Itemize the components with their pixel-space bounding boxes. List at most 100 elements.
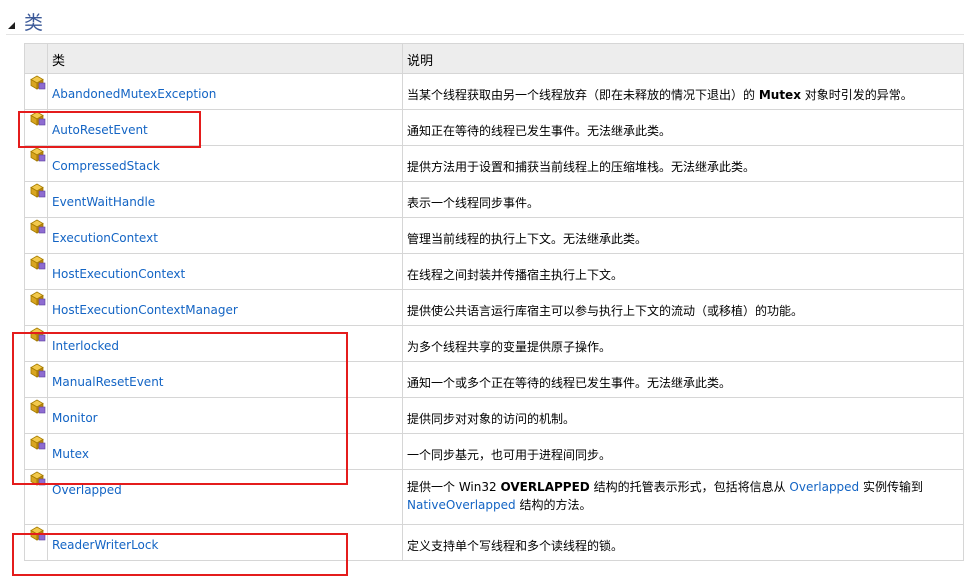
- class-link[interactable]: ManualResetEvent: [52, 375, 164, 389]
- description-text: 对象时引发的异常。: [800, 88, 913, 102]
- row-icon-cell: [24, 253, 48, 290]
- row-icon-cell: [24, 325, 48, 362]
- class-link[interactable]: EventWaitHandle: [52, 195, 155, 209]
- class-name-cell: Mutex: [47, 433, 403, 470]
- class-link[interactable]: HostExecutionContextManager: [52, 303, 238, 317]
- description-cell: 管理当前线程的执行上下文。无法继承此类。: [402, 217, 964, 254]
- table-header-row: 类 说明: [24, 43, 964, 74]
- class-link[interactable]: Interlocked: [52, 339, 119, 353]
- class-link[interactable]: Overlapped: [52, 483, 122, 497]
- class-icon: [30, 75, 46, 90]
- row-icon-cell: [24, 361, 48, 398]
- table-row: Overlapped 提供一个 Win32 OVERLAPPED 结构的托管表示形…: [24, 469, 964, 525]
- description-text: 通知一个或多个正在等待的线程已发生事件。无法继承此类。: [407, 376, 732, 390]
- class-name-cell: ManualResetEvent: [47, 361, 403, 398]
- class-icon: [30, 255, 46, 270]
- class-link[interactable]: ReaderWriterLock: [52, 538, 158, 552]
- description-link[interactable]: NativeOverlapped: [407, 498, 516, 512]
- table-row: ManualResetEvent 通知一个或多个正在等待的线程已发生事件。无法继承…: [24, 361, 964, 398]
- description-text: 表示一个线程同步事件。: [407, 196, 540, 210]
- description-text: 提供同步对对象的访问的机制。: [407, 412, 576, 426]
- row-icon-cell: [24, 433, 48, 470]
- class-icon: [30, 327, 46, 342]
- class-name-cell: AutoResetEvent: [47, 109, 403, 146]
- class-link[interactable]: CompressedStack: [52, 159, 160, 173]
- description-link[interactable]: Overlapped: [789, 480, 859, 494]
- description-text: 定义支持单个写线程和多个读线程的锁。: [407, 539, 624, 553]
- classes-table: 类 说明 AbandonedMutexException 当某个线程获取由另一个线…: [24, 43, 964, 561]
- description-cell: 一个同步基元，也可用于进程间同步。: [402, 433, 964, 470]
- table-row: ReaderWriterLock 定义支持单个写线程和多个读线程的锁。: [24, 524, 964, 561]
- class-name-cell: Monitor: [47, 397, 403, 434]
- description-text: 结构的托管表示形式，包括将信息从: [589, 480, 790, 494]
- description-text: 管理当前线程的执行上下文。无法继承此类。: [407, 232, 648, 246]
- class-icon: [30, 219, 46, 234]
- class-icon: [30, 363, 46, 378]
- header-description: 说明: [402, 43, 964, 74]
- row-icon-cell: [24, 289, 48, 326]
- row-icon-cell: [24, 181, 48, 218]
- table-row: HostExecutionContext 在线程之间封装并传播宿主执行上下文。: [24, 253, 964, 290]
- header-icon-column: [24, 43, 48, 74]
- class-link[interactable]: Monitor: [52, 411, 98, 425]
- class-link[interactable]: HostExecutionContext: [52, 267, 185, 281]
- description-text: 提供一个 Win32: [407, 480, 501, 494]
- description-cell: 提供使公共语言运行库宿主可以参与执行上下文的流动（或移植）的功能。: [402, 289, 964, 326]
- table-row: AbandonedMutexException 当某个线程获取由另一个线程放弃（即…: [24, 73, 964, 110]
- row-icon-cell: [24, 73, 48, 110]
- class-name-cell: CompressedStack: [47, 145, 403, 182]
- description-cell: 为多个线程共享的变量提供原子操作。: [402, 325, 964, 362]
- table-row: AutoResetEvent 通知正在等待的线程已发生事件。无法继承此类。: [24, 109, 964, 146]
- class-icon: [30, 111, 46, 126]
- class-link[interactable]: Mutex: [52, 447, 89, 461]
- row-icon-cell: [24, 524, 48, 561]
- class-icon: [30, 435, 46, 450]
- class-name-cell: Overlapped: [47, 469, 403, 525]
- description-cell: 提供一个 Win32 OVERLAPPED 结构的托管表示形式，包括将信息从 O…: [402, 469, 964, 525]
- description-text: 当某个线程获取由另一个线程放弃（即在未释放的情况下退出）的: [407, 88, 759, 102]
- table-row: Interlocked 为多个线程共享的变量提供原子操作。: [24, 325, 964, 362]
- description-keyword: Mutex: [758, 88, 801, 102]
- row-icon-cell: [24, 145, 48, 182]
- description-cell: 表示一个线程同步事件。: [402, 181, 964, 218]
- class-icon: [30, 291, 46, 306]
- class-icon: [30, 526, 46, 541]
- class-name-cell: ReaderWriterLock: [47, 524, 403, 561]
- description-cell: 通知一个或多个正在等待的线程已发生事件。无法继承此类。: [402, 361, 964, 398]
- class-name-cell: EventWaitHandle: [47, 181, 403, 218]
- description-text: 通知正在等待的线程已发生事件。无法继承此类。: [407, 124, 672, 138]
- header-class-name: 类: [47, 43, 403, 74]
- table-row: ExecutionContext 管理当前线程的执行上下文。无法继承此类。: [24, 217, 964, 254]
- description-text: 实例传输到: [859, 480, 924, 494]
- class-link[interactable]: ExecutionContext: [52, 231, 158, 245]
- class-icon: [30, 147, 46, 162]
- class-name-cell: ExecutionContext: [47, 217, 403, 254]
- table-row: CompressedStack 提供方法用于设置和捕获当前线程上的压缩堆栈。无法继…: [24, 145, 964, 182]
- class-icon: [30, 183, 46, 198]
- class-link[interactable]: AutoResetEvent: [52, 123, 148, 137]
- class-link[interactable]: AbandonedMutexException: [52, 87, 216, 101]
- section-header[interactable]: 类: [6, 6, 964, 35]
- collapse-triangle-icon[interactable]: [8, 22, 15, 29]
- description-text: 提供使公共语言运行库宿主可以参与执行上下文的流动（或移植）的功能。: [407, 304, 804, 318]
- description-cell: 提供方法用于设置和捕获当前线程上的压缩堆栈。无法继承此类。: [402, 145, 964, 182]
- description-text: 在线程之间封装并传播宿主执行上下文。: [407, 268, 624, 282]
- class-icon: [30, 471, 46, 486]
- description-text: 为多个线程共享的变量提供原子操作。: [407, 340, 612, 354]
- table-row: EventWaitHandle 表示一个线程同步事件。: [24, 181, 964, 218]
- section-title: 类: [24, 12, 45, 34]
- class-name-cell: HostExecutionContextManager: [47, 289, 403, 326]
- description-cell: 定义支持单个写线程和多个读线程的锁。: [402, 524, 964, 561]
- description-cell: 通知正在等待的线程已发生事件。无法继承此类。: [402, 109, 964, 146]
- description-cell: 在线程之间封装并传播宿主执行上下文。: [402, 253, 964, 290]
- description-text: 结构的方法。: [515, 498, 592, 512]
- row-icon-cell: [24, 109, 48, 146]
- row-icon-cell: [24, 217, 48, 254]
- description-cell: 当某个线程获取由另一个线程放弃（即在未释放的情况下退出）的 Mutex 对象时引…: [402, 73, 964, 110]
- description-keyword: OVERLAPPED: [500, 480, 590, 494]
- row-icon-cell: [24, 469, 48, 525]
- description-cell: 提供同步对对象的访问的机制。: [402, 397, 964, 434]
- table-row: Monitor 提供同步对对象的访问的机制。: [24, 397, 964, 434]
- class-name-cell: AbandonedMutexException: [47, 73, 403, 110]
- row-icon-cell: [24, 397, 48, 434]
